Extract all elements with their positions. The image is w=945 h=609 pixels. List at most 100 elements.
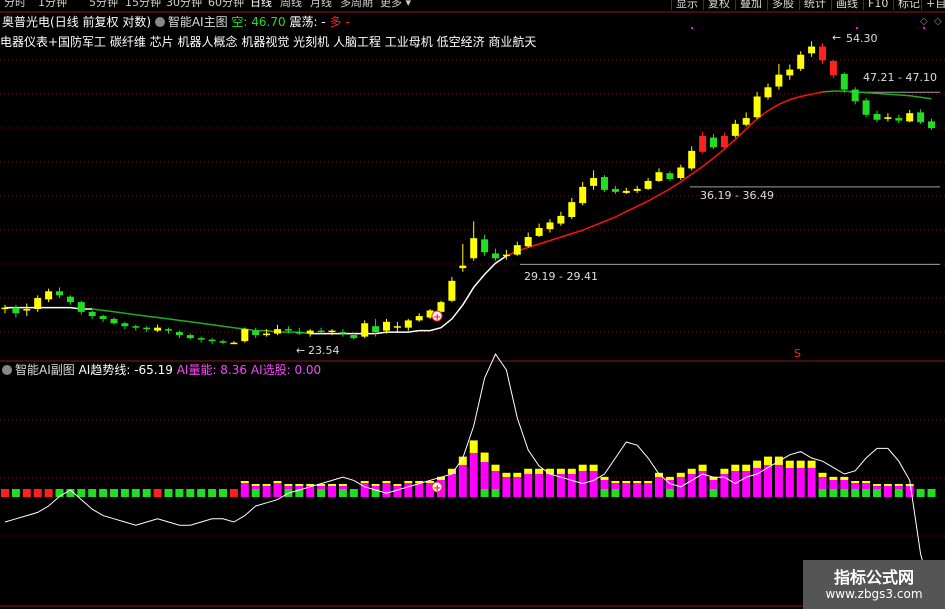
sub-energy-bar bbox=[338, 486, 347, 489]
sub-base-bar bbox=[458, 489, 467, 497]
candle-body bbox=[808, 46, 816, 54]
sub-energy-cap bbox=[502, 472, 511, 477]
sub-energy-bar bbox=[796, 468, 805, 489]
candle-body bbox=[415, 316, 423, 321]
candle-body bbox=[644, 180, 652, 189]
candle-body bbox=[143, 327, 151, 330]
sub-energy-bar bbox=[535, 474, 544, 489]
sub-energy-bar bbox=[785, 468, 794, 489]
sub-energy-cap bbox=[328, 484, 336, 486]
candle-body bbox=[513, 245, 521, 255]
range-label-2: 36.19 - 36.49 bbox=[700, 189, 774, 202]
sub-energy-bar bbox=[524, 474, 533, 489]
sub-energy-cap bbox=[840, 476, 849, 480]
candle-body bbox=[677, 167, 685, 179]
candle-body bbox=[404, 320, 412, 328]
candle-body bbox=[601, 177, 608, 190]
sub-energy-bar bbox=[633, 483, 642, 489]
sub-base-bar bbox=[578, 489, 587, 497]
candle-body bbox=[350, 335, 358, 339]
candle-body bbox=[459, 265, 467, 269]
sub-base-bar bbox=[818, 489, 827, 497]
sub-energy-cap bbox=[753, 460, 762, 468]
sub-energy-cap bbox=[480, 452, 489, 462]
sub-base-bar bbox=[546, 489, 554, 497]
candle-body bbox=[710, 137, 717, 148]
sub-base-bar bbox=[513, 489, 522, 497]
sub-energy-bar bbox=[883, 486, 892, 489]
sub-energy-bar bbox=[753, 468, 762, 489]
sub-energy-bar bbox=[480, 462, 489, 489]
candle-body bbox=[219, 341, 227, 343]
sub-energy-cap bbox=[873, 484, 881, 486]
candle-body bbox=[132, 326, 140, 328]
candle-body bbox=[12, 307, 20, 314]
candle-body bbox=[393, 326, 401, 328]
sub-base-bar bbox=[556, 489, 565, 497]
sub-base-bar bbox=[153, 489, 162, 497]
sub-energy-cap bbox=[535, 468, 544, 474]
sub-base-bar bbox=[11, 489, 20, 497]
candle-body bbox=[873, 113, 881, 120]
low-arrow: ← bbox=[296, 344, 305, 357]
sub-base-bar bbox=[774, 489, 783, 497]
sub-base-bar bbox=[77, 489, 86, 497]
sub-base-bar bbox=[927, 489, 936, 497]
sub-energy-bar bbox=[644, 483, 653, 489]
candle-body bbox=[829, 61, 837, 76]
sub-base-bar bbox=[447, 489, 456, 497]
sub-base-bar bbox=[709, 489, 718, 497]
sub-base-bar bbox=[894, 489, 903, 497]
sub-energy-cap bbox=[764, 456, 772, 465]
sub-base-bar bbox=[240, 489, 249, 497]
range-label-1: 29.19 - 29.41 bbox=[524, 270, 598, 283]
sub-energy-cap bbox=[371, 484, 380, 486]
candle-body bbox=[99, 316, 107, 319]
sub-base-bar bbox=[655, 489, 663, 497]
candle-body bbox=[23, 309, 31, 311]
candle-body bbox=[208, 339, 216, 342]
candle-body bbox=[1, 307, 9, 310]
candle-body bbox=[121, 323, 129, 327]
candle-body bbox=[797, 54, 805, 69]
sub-energy-cap bbox=[578, 464, 587, 471]
candle-body bbox=[720, 135, 728, 148]
candle-body bbox=[655, 172, 663, 181]
marker-dot bbox=[856, 27, 858, 29]
signal-s-label: S bbox=[794, 347, 801, 360]
candle-body bbox=[470, 238, 478, 259]
sub-base-bar bbox=[589, 489, 598, 497]
sub-energy-cap bbox=[862, 481, 871, 483]
sub-energy-bar bbox=[284, 486, 293, 489]
sub-energy-cap bbox=[393, 484, 402, 486]
sub-energy-bar bbox=[328, 486, 336, 489]
sub-energy-bar bbox=[840, 480, 849, 489]
sub-energy-bar bbox=[382, 483, 391, 489]
sub-base-bar bbox=[55, 489, 64, 497]
buy-signal-cross: + bbox=[433, 312, 441, 323]
sub-energy-bar bbox=[622, 483, 631, 489]
candle-body bbox=[590, 178, 598, 186]
sub-energy-cap bbox=[240, 481, 249, 483]
sub-base-bar bbox=[807, 489, 816, 497]
marker-dot bbox=[923, 27, 925, 29]
sub-energy-bar bbox=[546, 474, 554, 489]
sub-energy-cap bbox=[676, 472, 685, 477]
sub-energy-cap bbox=[273, 481, 282, 483]
sub-base-bar bbox=[175, 489, 184, 497]
watermark-url: www.zbgs3.com bbox=[825, 587, 923, 601]
candle-body bbox=[568, 202, 576, 218]
sub-energy-bar bbox=[240, 483, 249, 489]
sub-base-bar bbox=[698, 489, 707, 497]
sub-base-bar bbox=[840, 489, 849, 497]
candle-body bbox=[546, 222, 554, 230]
kline-chart[interactable]: ◇ ◇← 54.30← 23.5429.19 - 29.4136.19 - 36.49… bbox=[0, 0, 945, 609]
sub-base-bar bbox=[131, 489, 140, 497]
sub-energy-bar bbox=[873, 486, 881, 489]
sub-energy-bar bbox=[894, 486, 903, 489]
candle-body bbox=[241, 329, 249, 342]
sub-base-bar bbox=[306, 489, 315, 497]
candle-body bbox=[928, 121, 935, 129]
candle-body bbox=[492, 253, 499, 259]
sub-buy-signal-cross: + bbox=[433, 483, 441, 494]
